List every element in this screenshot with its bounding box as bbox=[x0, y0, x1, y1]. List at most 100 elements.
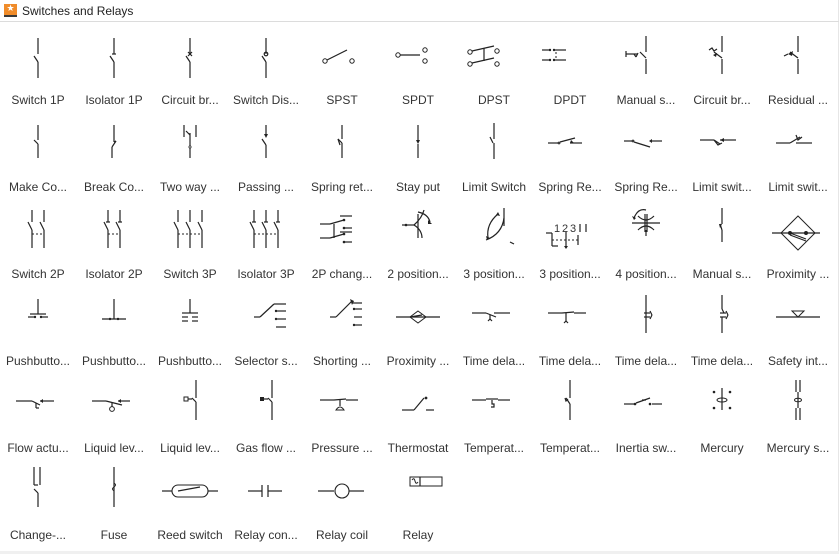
dpst-icon bbox=[467, 45, 500, 67]
shape-item-fuse[interactable]: Fuse bbox=[76, 458, 152, 545]
shape-label: Fuse bbox=[100, 528, 128, 542]
shape-item-proximity-diamond[interactable]: Proximity ... bbox=[760, 197, 836, 284]
limit-switch-h2-icon bbox=[776, 134, 812, 144]
shape-item-manual-switch[interactable]: Manual s... bbox=[608, 23, 684, 110]
shape-item-safety-interlock[interactable]: Safety int... bbox=[760, 284, 836, 371]
shape-item-position-4[interactable]: 4 position... bbox=[608, 197, 684, 284]
shape-item-position-2[interactable]: 2 position... bbox=[380, 197, 456, 284]
shape-item-residual-current[interactable]: Residual ... bbox=[760, 23, 836, 110]
shape-item-limit-switch[interactable]: Limit Switch bbox=[456, 110, 532, 197]
shape-item-switch-3p[interactable]: Switch 3P bbox=[152, 197, 228, 284]
temperature-1-icon bbox=[472, 398, 510, 408]
shape-item-flow-actuated[interactable]: Flow actu... bbox=[0, 371, 76, 458]
shape-label: Flow actu... bbox=[7, 441, 69, 455]
shape-label: Relay coil bbox=[315, 528, 369, 542]
shape-item-limit-switch-h1[interactable]: Limit swit... bbox=[684, 110, 760, 197]
liquid-level-1-icon bbox=[92, 399, 130, 412]
pushbutton-1-icon bbox=[28, 299, 48, 319]
shape-item-change-over[interactable]: Change-... bbox=[0, 458, 76, 545]
shape-item-mercury-switch[interactable]: Mercury s... bbox=[760, 371, 836, 458]
shape-item-changeover-2p[interactable]: 2P chang... bbox=[304, 197, 380, 284]
shape-item-liquid-level-2[interactable]: Liquid lev... bbox=[152, 371, 228, 458]
shape-item-isolator-2p[interactable]: Isolator 2P bbox=[76, 197, 152, 284]
shape-item-selector-switch[interactable]: Selector s... bbox=[228, 284, 304, 371]
shape-item-switch-1p[interactable]: Switch 1P bbox=[0, 23, 76, 110]
shape-label: 4 position... bbox=[615, 267, 677, 281]
shape-item-isolator-1p[interactable]: Isolator 1P bbox=[76, 23, 152, 110]
shape-label: Switch 2P bbox=[11, 267, 65, 281]
library-header[interactable]: ★ Switches and Relays bbox=[0, 0, 839, 22]
spring-return-h2-icon bbox=[624, 139, 662, 148]
shape-item-thermostat[interactable]: Thermostat bbox=[380, 371, 456, 458]
shape-item-pushbutton-2[interactable]: Pushbutto... bbox=[76, 284, 152, 371]
shape-item-circuit-breaker[interactable]: Circuit br... bbox=[152, 23, 228, 110]
shape-item-time-delay-4[interactable]: Time dela... bbox=[684, 284, 760, 371]
shape-label: Pushbutto... bbox=[81, 354, 147, 368]
shape-label: Shorting ... bbox=[312, 354, 372, 368]
shape-label: Circuit br... bbox=[693, 93, 751, 107]
shape-label: Proximity ... bbox=[386, 354, 450, 368]
shape-item-liquid-level-1[interactable]: Liquid lev... bbox=[76, 371, 152, 458]
time-delay-1-icon bbox=[472, 312, 510, 322]
stay-put-icon bbox=[416, 125, 420, 158]
switch-2p-icon bbox=[27, 210, 45, 248]
shape-label: Limit swit... bbox=[768, 180, 828, 194]
shape-item-spring-return-h1[interactable]: Spring Re... bbox=[532, 110, 608, 197]
shape-item-relay-contact[interactable]: Relay con... bbox=[228, 458, 304, 545]
shape-item-isolator-3p[interactable]: Isolator 3P bbox=[228, 197, 304, 284]
shape-item-break-contact[interactable]: Break Co... bbox=[76, 110, 152, 197]
shape-item-pressure[interactable]: Pressure ... bbox=[304, 371, 380, 458]
shape-item-mercury[interactable]: Mercury bbox=[684, 371, 760, 458]
spring-return-h1-icon bbox=[548, 137, 582, 145]
shape-item-position-3b[interactable]: 123 3 position... bbox=[532, 197, 608, 284]
shape-item-passing-contact[interactable]: Passing ... bbox=[228, 110, 304, 197]
shape-label: Time dela... bbox=[690, 354, 754, 368]
shape-label: Relay con... bbox=[234, 528, 298, 542]
shape-item-time-delay-3[interactable]: Time dela... bbox=[608, 284, 684, 371]
svg-text:1: 1 bbox=[554, 223, 560, 235]
dpdt-icon bbox=[542, 48, 566, 62]
shape-item-spst[interactable]: SPST bbox=[304, 23, 380, 110]
shape-label: DPST bbox=[477, 93, 510, 107]
svg-text:3: 3 bbox=[570, 223, 576, 235]
shape-item-dpdt[interactable]: DPDT bbox=[532, 23, 608, 110]
shape-label: DPDT bbox=[553, 93, 587, 107]
shape-item-manual-switch-2[interactable]: Manual s... bbox=[684, 197, 760, 284]
shape-item-relay[interactable]: Relay bbox=[380, 458, 456, 545]
shape-item-shorting-selector[interactable]: Shorting ... bbox=[304, 284, 380, 371]
shape-item-limit-switch-h2[interactable]: Limit swit... bbox=[760, 110, 836, 197]
shape-label: Inertia sw... bbox=[615, 441, 677, 455]
shape-item-relay-coil[interactable]: Relay coil bbox=[304, 458, 380, 545]
shape-item-time-delay-1[interactable]: Time dela... bbox=[456, 284, 532, 371]
gas-flow-icon bbox=[260, 380, 273, 420]
shape-item-two-way[interactable]: Two way ... bbox=[152, 110, 228, 197]
switch-disconnector-icon bbox=[261, 38, 269, 78]
shape-label: Change-... bbox=[9, 528, 67, 542]
shape-item-stay-put[interactable]: Stay put bbox=[380, 110, 456, 197]
shape-library-panel: ★ Switches and Relays Switch 1P Isolator … bbox=[0, 0, 839, 554]
shape-item-spring-return[interactable]: Spring ret... bbox=[304, 110, 380, 197]
shape-item-temperature-1[interactable]: Temperat... bbox=[456, 371, 532, 458]
break-contact-icon bbox=[111, 125, 117, 158]
shape-item-gas-flow[interactable]: Gas flow ... bbox=[228, 371, 304, 458]
shape-label: 2P chang... bbox=[311, 267, 373, 281]
shape-item-temperature-2[interactable]: Temperat... bbox=[532, 371, 608, 458]
isolator-2p-icon bbox=[103, 210, 122, 248]
time-delay-3-icon bbox=[644, 295, 653, 333]
shape-item-spdt[interactable]: SPDT bbox=[380, 23, 456, 110]
shape-item-time-delay-2[interactable]: Time dela... bbox=[532, 284, 608, 371]
shape-item-switch-2p[interactable]: Switch 2P bbox=[0, 197, 76, 284]
shape-item-circuit-breaker-thermal[interactable]: Circuit br... bbox=[684, 23, 760, 110]
shape-item-pushbutton-1[interactable]: Pushbutto... bbox=[0, 284, 76, 371]
shape-item-spring-return-h2[interactable]: Spring Re... bbox=[608, 110, 684, 197]
shape-item-make-contact[interactable]: Make Co... bbox=[0, 110, 76, 197]
shape-item-dpst[interactable]: DPST bbox=[456, 23, 532, 110]
shape-item-reed-switch[interactable]: Reed switch bbox=[152, 458, 228, 545]
shape-item-switch-disconnector[interactable]: Switch Dis... bbox=[228, 23, 304, 110]
position-3b-icon: 123 bbox=[546, 223, 587, 249]
shape-item-pushbutton-3[interactable]: Pushbutto... bbox=[152, 284, 228, 371]
shape-item-inertia-switch[interactable]: Inertia sw... bbox=[608, 371, 684, 458]
shape-item-position-3a[interactable]: 3 position... bbox=[456, 197, 532, 284]
shape-item-proximity-h[interactable]: Proximity ... bbox=[380, 284, 456, 371]
shape-label: Manual s... bbox=[692, 267, 752, 281]
